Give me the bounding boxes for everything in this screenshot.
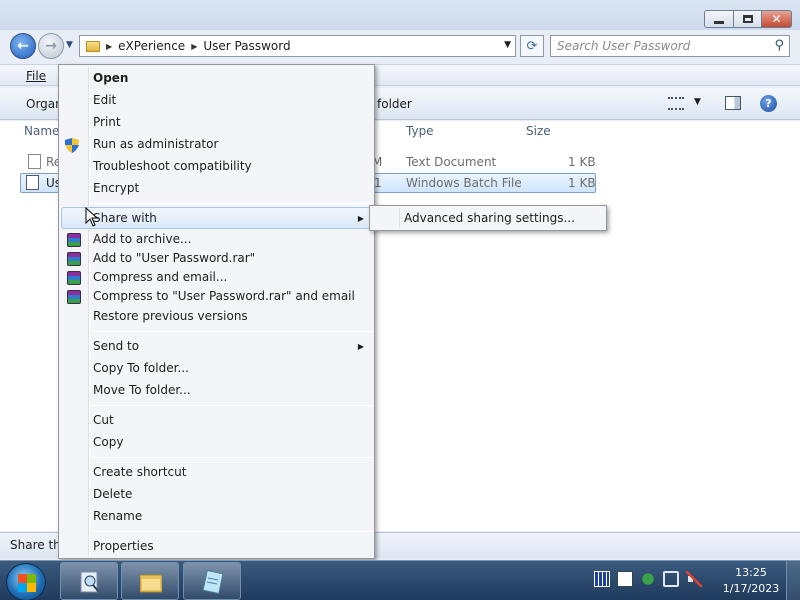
- menu-item-delete[interactable]: Delete: [93, 484, 132, 504]
- winrar-icon: [67, 271, 81, 285]
- file-size: 1 KB: [568, 155, 596, 169]
- chevron-right-icon[interactable]: ▶: [106, 42, 112, 51]
- notepad-tray-icon[interactable]: [617, 571, 633, 587]
- menu-item-run-as-administrator[interactable]: Run as administrator: [93, 134, 218, 154]
- new-folder-button[interactable]: folder: [377, 97, 412, 111]
- folder-icon: [140, 574, 162, 593]
- menu-item-troubleshoot-compatibility[interactable]: Troubleshoot compatibility: [93, 156, 252, 176]
- menu-item-copy[interactable]: Copy: [93, 432, 123, 452]
- search-input[interactable]: Search User Password ⚲: [550, 35, 790, 57]
- forward-button[interactable]: →: [38, 33, 64, 59]
- notepad-icon: [202, 570, 224, 594]
- clock-time: 13:25: [735, 566, 767, 579]
- winrar-icon: [67, 290, 81, 304]
- start-button[interactable]: [6, 563, 46, 600]
- menu-item-encrypt[interactable]: Encrypt: [93, 178, 139, 198]
- batch-file-icon: [26, 175, 39, 190]
- search-placeholder: Search User Password: [557, 39, 691, 53]
- taskbar: 13:25 1/17/2023: [0, 560, 800, 600]
- share-with-submenu: Advanced sharing settings...: [369, 205, 607, 231]
- folder-icon: [86, 40, 100, 52]
- navigation-bar: ← → ▼ ▶ eXPerience ▶ User Password ▼ ⟳ S…: [0, 32, 800, 60]
- chevron-down-icon[interactable]: ▼: [694, 97, 701, 107]
- menu-item-edit[interactable]: Edit: [93, 90, 116, 110]
- recent-pages-dropdown-icon[interactable]: ▼: [66, 40, 73, 50]
- menu-item-add-to-rar[interactable]: Add to "User Password.rar": [93, 248, 255, 268]
- windows-logo-icon: [18, 574, 36, 592]
- menu-item-cut[interactable]: Cut: [93, 410, 114, 430]
- menu-item-rename[interactable]: Rename: [93, 506, 142, 526]
- column-header-size[interactable]: Size: [526, 124, 551, 142]
- menu-item-send-to[interactable]: Send to: [93, 336, 139, 356]
- column-header-name[interactable]: Name: [24, 124, 59, 142]
- help-icon[interactable]: ?: [760, 95, 777, 112]
- close-button[interactable]: ✕: [762, 10, 792, 28]
- views-icon[interactable]: [668, 97, 684, 110]
- mouse-cursor-icon: [85, 207, 99, 227]
- column-header-type[interactable]: Type: [406, 124, 434, 142]
- file-type: Text Document: [406, 155, 497, 169]
- keyboard-icon[interactable]: [594, 571, 610, 587]
- menu-item-copy-to-folder[interactable]: Copy To folder...: [93, 358, 189, 378]
- file-size: 1 KB: [568, 176, 596, 190]
- menu-item-compress-to-rar-and-email[interactable]: Compress to "User Password.rar" and emai…: [93, 286, 355, 306]
- breadcrumb-segment[interactable]: User Password: [203, 39, 290, 53]
- menu-item-create-shortcut[interactable]: Create shortcut: [93, 462, 186, 482]
- search-icon[interactable]: ⚲: [774, 38, 784, 53]
- clock[interactable]: 13:25 1/17/2023: [722, 565, 780, 597]
- address-bar[interactable]: ▶ eXPerience ▶ User Password ▼: [79, 35, 516, 57]
- menu-item-compress-and-email[interactable]: Compress and email...: [93, 267, 227, 287]
- chevron-right-icon[interactable]: ▶: [191, 42, 197, 51]
- file-type: Windows Batch File: [406, 176, 522, 190]
- taskbar-app-search[interactable]: [60, 562, 118, 600]
- breadcrumb-segment[interactable]: eXPerience: [118, 39, 185, 53]
- menu-item-print[interactable]: Print: [93, 112, 121, 132]
- volume-muted-icon[interactable]: [686, 571, 702, 587]
- refresh-button[interactable]: ⟳: [520, 35, 544, 57]
- file-date: 1: [374, 176, 382, 190]
- submenu-arrow-icon: ▶: [357, 342, 364, 351]
- menu-item-move-to-folder[interactable]: Move To folder...: [93, 380, 191, 400]
- context-menu: Open Edit Print Run as administrator Tro…: [58, 64, 375, 559]
- show-desktop-button[interactable]: [786, 561, 800, 600]
- minimize-button[interactable]: [704, 10, 734, 28]
- title-bar[interactable]: ✕: [0, 0, 800, 30]
- back-button[interactable]: ←: [10, 33, 36, 59]
- submenu-arrow-icon: ▶: [357, 214, 364, 223]
- menu-file[interactable]: File: [26, 69, 46, 83]
- maximize-button[interactable]: [734, 10, 762, 28]
- menu-item-share-with[interactable]: Share with: [93, 208, 157, 228]
- search-icon: [80, 571, 99, 593]
- menu-item-properties[interactable]: Properties: [93, 536, 154, 556]
- address-dropdown-icon[interactable]: ▼: [504, 40, 511, 50]
- network-icon[interactable]: [663, 571, 679, 587]
- menu-item-restore-previous-versions[interactable]: Restore previous versions: [93, 306, 248, 326]
- clock-date: 1/17/2023: [722, 582, 780, 595]
- menu-item-advanced-sharing-settings[interactable]: Advanced sharing settings...: [404, 211, 575, 225]
- taskbar-app-explorer[interactable]: [121, 562, 179, 600]
- winrar-icon: [67, 252, 81, 266]
- taskbar-app-notepad[interactable]: [183, 562, 241, 600]
- text-file-icon: [28, 154, 41, 169]
- security-check-icon[interactable]: [640, 571, 656, 587]
- uac-shield-icon: [65, 138, 79, 153]
- preview-pane-icon[interactable]: [725, 96, 741, 110]
- system-tray: [594, 571, 702, 587]
- menu-item-add-to-archive[interactable]: Add to archive...: [93, 229, 191, 249]
- winrar-icon: [67, 233, 81, 247]
- menu-item-open[interactable]: Open: [93, 68, 128, 88]
